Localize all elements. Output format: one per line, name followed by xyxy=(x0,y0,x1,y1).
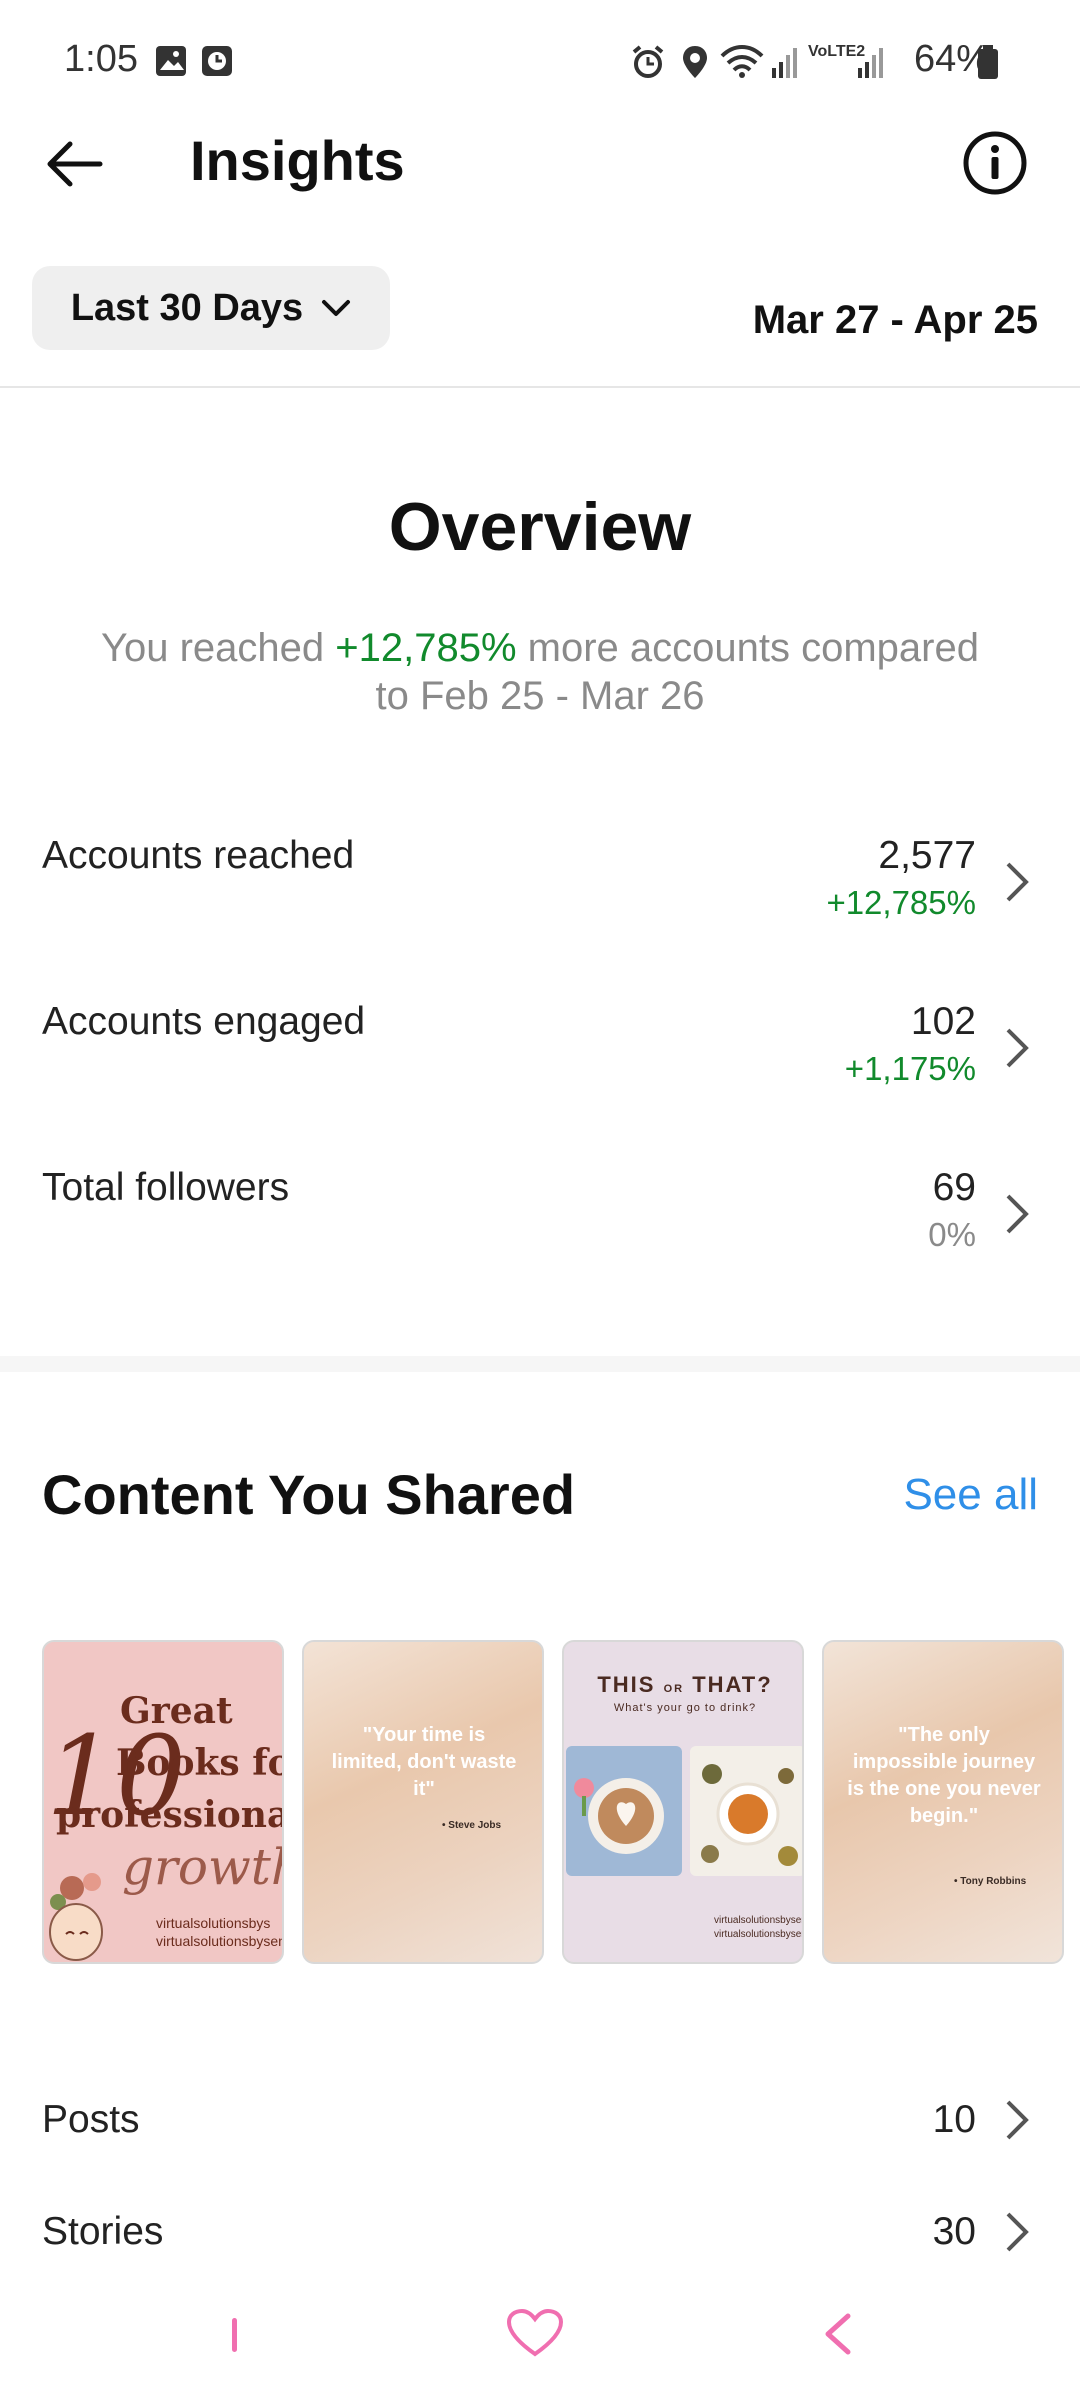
date-range-text: Mar 27 - Apr 25 xyxy=(752,298,1038,342)
volte-label: VoLTE2 xyxy=(808,43,866,60)
battery-icon xyxy=(978,45,998,79)
nav-back-icon[interactable] xyxy=(820,2312,856,2356)
list-value: 10 xyxy=(932,2098,976,2141)
thumb-text-line: professiona xyxy=(56,1794,284,1836)
chevron-right-icon xyxy=(1006,2100,1029,2140)
content-thumbnail-4[interactable]: "The only impossible journey is the one … xyxy=(822,1640,1064,1964)
thumb-quote: "Your time is limited, don't waste it" xyxy=(331,1724,517,1800)
content-thumbnail-3[interactable]: THIS OR THAT? What's your go to drink? v… xyxy=(562,1640,804,1964)
handle-line: virtualsolutionsbysen xyxy=(156,1933,284,1949)
signal-icon xyxy=(772,48,797,78)
metric-row-total-followers[interactable]: Total followers 69 0% xyxy=(0,1166,1080,1286)
thumb-title: THIS OR THAT? xyxy=(564,1672,802,1698)
gallery-icon xyxy=(156,46,186,76)
date-range-label: Last 30 Days xyxy=(70,286,304,329)
thumb-subtitle: What's your go to drink? xyxy=(613,1702,757,1714)
chevron-right-icon xyxy=(1006,2212,1029,2252)
page-title: Insights xyxy=(190,129,405,192)
nav-home-heart-icon[interactable] xyxy=(505,2308,565,2360)
section-divider xyxy=(0,1356,1080,1372)
content-section-title: Content You Shared xyxy=(42,1463,576,1526)
content-thumbnail-2[interactable]: "Your time is limited, don't waste it" •… xyxy=(302,1640,544,1964)
location-icon xyxy=(683,46,707,78)
metric-label: Accounts engaged xyxy=(42,1000,366,1043)
handle-line: virtualsolutionsbysen xyxy=(714,1915,804,1926)
metric-row-accounts-reached[interactable]: Accounts reached 2,577 +12,785% xyxy=(0,834,1080,954)
status-time: 1:05 xyxy=(64,38,138,80)
clock-app-icon xyxy=(202,46,232,76)
list-value: 30 xyxy=(932,2210,976,2253)
metric-row-accounts-engaged[interactable]: Accounts engaged 102 +1,175% xyxy=(0,1000,1080,1120)
head-illustration-icon xyxy=(49,1873,103,1961)
desc-highlight: +12,785% xyxy=(335,626,517,670)
title-part: THIS xyxy=(597,1672,656,1697)
signal-icon-2 xyxy=(858,48,883,78)
chevron-down-icon xyxy=(322,300,351,316)
metric-change: 0% xyxy=(928,1216,976,1253)
title-or: OR xyxy=(663,1683,685,1695)
list-label: Posts xyxy=(42,2098,140,2141)
coffee-cup-icon xyxy=(574,1778,664,1854)
content-thumbnail-1[interactable]: 10 Great Books fo professiona growth vir… xyxy=(42,1640,284,1964)
overview-description: You reached +12,785% more accounts compa… xyxy=(80,624,1000,720)
title-part: THAT? xyxy=(692,1672,773,1697)
tea-cup-icon xyxy=(701,1764,798,1866)
chevron-right-icon xyxy=(1006,1194,1029,1234)
handle-line: virtualsolutionsbysen xyxy=(714,1929,804,1940)
metric-change: +1,175% xyxy=(844,1050,976,1087)
see-all-link[interactable]: See all xyxy=(903,1470,1038,1520)
desc-prefix: You reached xyxy=(100,626,336,670)
coffee-image xyxy=(566,1746,682,1876)
tea-image xyxy=(690,1746,802,1876)
thumb-script-text: growth xyxy=(122,1838,282,1896)
chevron-right-icon xyxy=(1006,1028,1029,1068)
wifi-icon xyxy=(720,45,764,78)
info-icon[interactable] xyxy=(962,130,1028,196)
thumb-handle: virtualsolutionsbysen virtualsolutionsbys… xyxy=(714,1914,804,1942)
thumb-quote-author: • Tony Robbins xyxy=(954,1876,1027,1887)
alarm-icon xyxy=(632,45,664,78)
metric-change: +12,785% xyxy=(826,884,976,921)
nav-recents-button[interactable] xyxy=(232,2318,237,2352)
chevron-right-icon xyxy=(1006,862,1029,902)
thumb-text-line: Books fo xyxy=(116,1742,284,1784)
date-range-dropdown[interactable]: Last 30 Days xyxy=(32,266,390,350)
thumb-text-line: Great xyxy=(120,1690,233,1732)
list-row-stories[interactable]: Stories 30 xyxy=(0,2210,1080,2270)
metric-value: 2,577 xyxy=(878,834,976,877)
metric-value: 102 xyxy=(910,1000,976,1043)
back-arrow-icon[interactable] xyxy=(42,132,106,196)
thumb-quote: "The only impossible journey is the one … xyxy=(847,1724,1041,1827)
list-row-posts[interactable]: Posts 10 xyxy=(0,2098,1080,2158)
thumb-quote-author: • Steve Jobs xyxy=(442,1820,502,1831)
list-label: Stories xyxy=(42,2210,164,2253)
metric-label: Accounts reached xyxy=(42,834,355,877)
handle-line: virtualsolutionsbys xyxy=(156,1915,271,1931)
overview-title: Overview xyxy=(388,489,692,565)
header-divider xyxy=(0,386,1080,388)
thumb-handle: virtualsolutionsbys virtualsolutionsbysen xyxy=(156,1914,284,1950)
metric-label: Total followers xyxy=(42,1166,290,1209)
metric-value: 69 xyxy=(932,1166,976,1209)
